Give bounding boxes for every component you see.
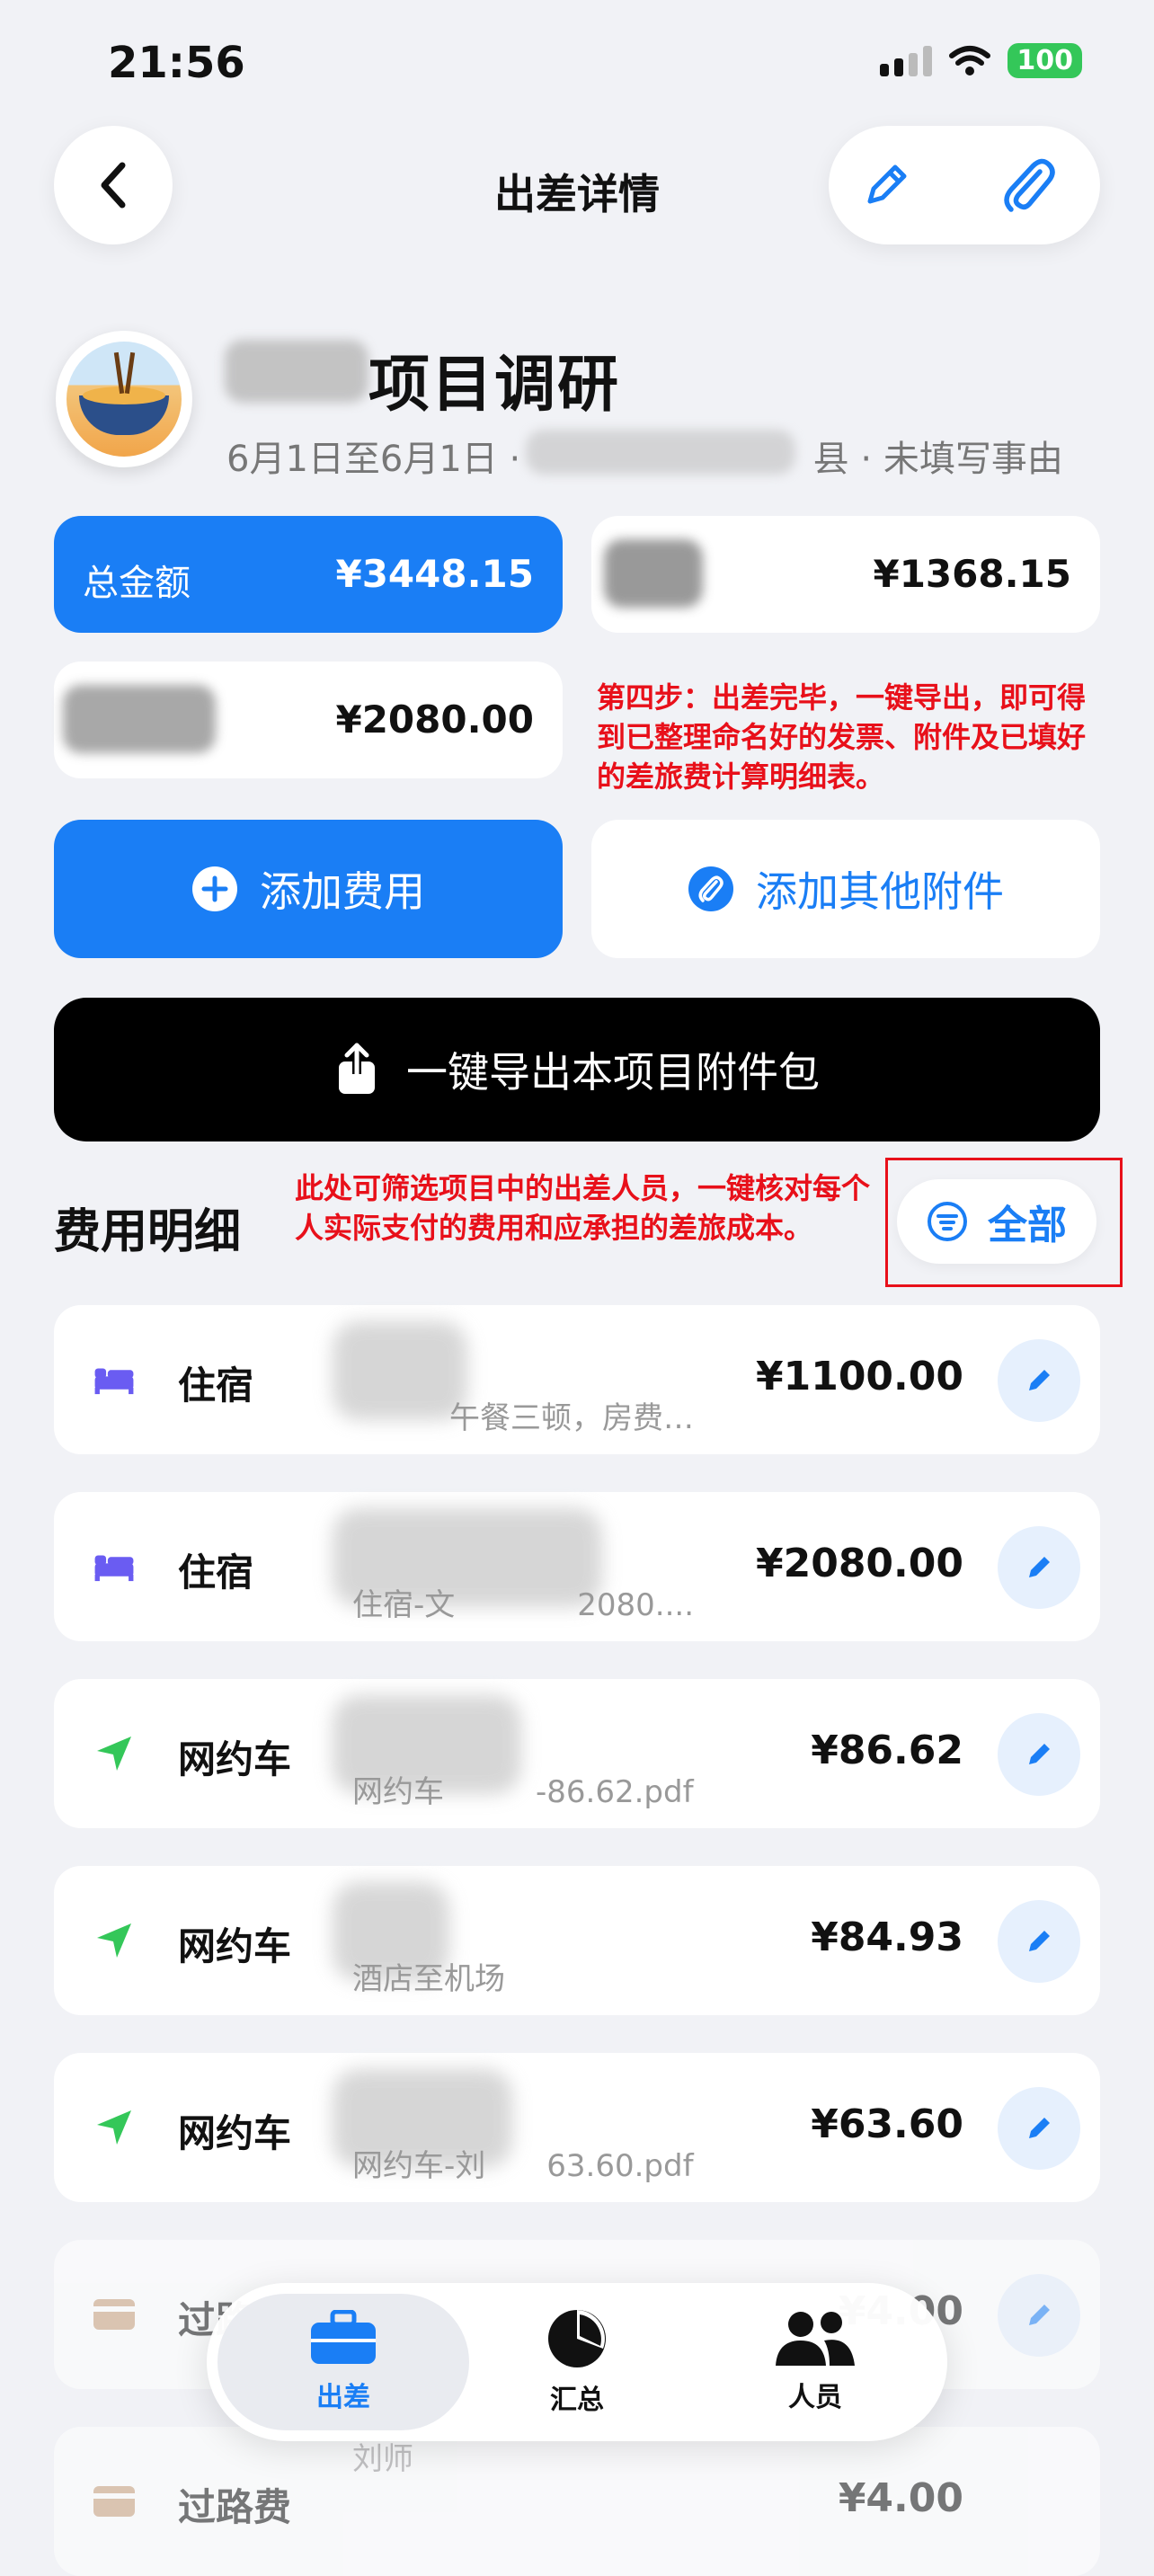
edit-expense-button[interactable] xyxy=(998,1526,1080,1609)
battery-indicator: 100 xyxy=(1008,43,1082,78)
expense-description: 网约车-刘 63.60.pdf xyxy=(352,2148,694,2184)
redacted-person-2 xyxy=(63,685,216,753)
expense-row[interactable]: 住宿 午餐三顿，房费… ¥1100.00 xyxy=(54,1305,1100,1454)
annotation-filter: 此处可筛选项目中的出差人员，一键核对每个人实际支付的费用和应承担的差旅成本。 xyxy=(295,1171,871,1245)
expense-type: 网约车 xyxy=(178,1737,292,1781)
briefcase-icon xyxy=(311,2310,376,2364)
tab-trips[interactable]: 出差 xyxy=(217,2283,469,2441)
navigation-arrow-icon xyxy=(92,1918,137,1963)
tab-people[interactable]: 人员 xyxy=(694,2283,937,2441)
expense-row[interactable]: 网约车 网约车-刘 63.60.pdf ¥63.60 xyxy=(54,2053,1100,2202)
project-avatar xyxy=(56,331,192,467)
expense-description: 酒店至机场 xyxy=(352,1961,505,1997)
expense-description: 住宿-文 2080.... xyxy=(352,1587,695,1623)
edit-expense-button[interactable] xyxy=(998,2274,1080,2357)
export-package-label: 一键导出本项目附件包 xyxy=(406,1048,820,1097)
card-icon xyxy=(92,2479,137,2524)
add-expense-button[interactable]: 添加费用 xyxy=(54,820,563,958)
expense-amount: ¥4.00 xyxy=(838,2475,963,2521)
member-filter-button[interactable]: 全部 xyxy=(897,1179,1096,1264)
status-time: 21:56 xyxy=(108,38,245,88)
project-date-range: 6月1日至6月1日 · xyxy=(226,439,521,480)
pencil-icon xyxy=(867,164,907,204)
person-amount-card-1[interactable]: ¥1368.15 xyxy=(591,516,1100,633)
pencil-icon xyxy=(1029,1931,1050,1951)
project-reason: 县 · 未填写事由 xyxy=(812,439,1063,480)
edit-expense-button[interactable] xyxy=(998,1339,1080,1422)
project-title: 项目调研 xyxy=(368,350,621,421)
add-attachment-label: 添加其他附件 xyxy=(756,867,1004,916)
export-package-button[interactable]: 一键导出本项目附件包 xyxy=(54,998,1100,1141)
bed-icon xyxy=(92,1544,137,1589)
expense-type: 网约车 xyxy=(178,1924,292,1968)
total-amount-label: 总金额 xyxy=(83,563,191,604)
share-icon xyxy=(339,1043,375,1094)
expense-type: 住宿 xyxy=(178,1550,254,1594)
expense-type: 过路费 xyxy=(178,2485,292,2529)
expense-amount: ¥63.60 xyxy=(811,2101,963,2147)
member-filter-label: 全部 xyxy=(988,1203,1067,1248)
pencil-icon xyxy=(1029,1744,1050,1764)
plus-circle-icon xyxy=(192,866,237,911)
expense-amount: ¥84.93 xyxy=(811,1914,963,1960)
expense-description: 网约车 -86.62.pdf xyxy=(352,1774,694,1810)
total-amount-card[interactable]: 总金额 ¥3448.15 xyxy=(54,516,563,633)
redacted-detail xyxy=(333,1321,467,1420)
person-amount-card-2[interactable]: ¥2080.00 xyxy=(54,662,563,778)
navigation-arrow-icon xyxy=(92,2105,137,2150)
expense-row[interactable]: 网约车 酒店至机场 ¥84.93 xyxy=(54,1866,1100,2015)
pencil-icon xyxy=(1029,1370,1050,1390)
edit-expense-button[interactable] xyxy=(998,1713,1080,1796)
status-indicators: 100 xyxy=(880,43,1082,78)
wifi-icon xyxy=(949,45,991,76)
pencil-icon xyxy=(1029,2305,1050,2325)
attachment-button[interactable] xyxy=(996,153,1061,218)
expense-type: 网约车 xyxy=(178,2111,292,2155)
expense-row[interactable]: 过路费 刘师 ¥4.00 xyxy=(54,2427,1100,2576)
paperclip-icon xyxy=(1004,158,1055,212)
expense-amount: ¥86.62 xyxy=(811,1728,963,1773)
pencil-icon xyxy=(1029,2118,1050,2138)
redacted-project-prefix xyxy=(225,340,368,403)
filter-icon xyxy=(928,1202,967,1241)
noodle-bowl-icon xyxy=(67,342,182,457)
person-amount-value-2: ¥2080.00 xyxy=(335,697,534,742)
person-amount-value-1: ¥1368.15 xyxy=(873,552,1071,596)
edit-expense-button[interactable] xyxy=(998,2087,1080,2170)
expense-description: 午餐三顿，房费… xyxy=(449,1400,694,1436)
card-icon xyxy=(92,2292,137,2337)
expense-row[interactable]: 网约车 网约车 -86.62.pdf ¥86.62 xyxy=(54,1679,1100,1828)
add-attachment-button[interactable]: 添加其他附件 xyxy=(591,820,1100,958)
annotation-step4: 第四步：出差完毕，一键导出，即可得到已整理命名好的发票、附件及已填好的差旅费计算… xyxy=(597,680,1087,794)
edit-project-button[interactable] xyxy=(854,153,919,218)
people-icon xyxy=(776,2312,855,2366)
expense-row[interactable]: 住宿 住宿-文 2080.... ¥2080.00 xyxy=(54,1492,1100,1641)
pencil-icon xyxy=(1029,1557,1050,1577)
bottom-tab-bar: 出差 汇总 人员 xyxy=(207,2283,947,2441)
tab-people-label: 人员 xyxy=(788,2382,842,2413)
paperclip-circle-icon xyxy=(688,866,733,911)
tab-summary-label: 汇总 xyxy=(550,2385,604,2416)
expense-details-title: 费用明细 xyxy=(54,1205,242,1259)
nav-actions xyxy=(829,126,1100,244)
tab-trips-label: 出差 xyxy=(316,2382,370,2413)
redacted-location xyxy=(526,430,795,475)
redacted-person-1 xyxy=(604,539,703,608)
cellular-signal-icon xyxy=(880,45,933,76)
tab-summary[interactable]: 汇总 xyxy=(460,2283,694,2441)
pie-chart-icon xyxy=(548,2310,606,2367)
add-expense-label: 添加费用 xyxy=(260,867,425,916)
navigation-arrow-icon xyxy=(92,1731,137,1776)
edit-expense-button[interactable] xyxy=(998,1900,1080,1983)
expense-amount: ¥2080.00 xyxy=(755,1541,963,1586)
total-amount-value: ¥3448.15 xyxy=(335,552,534,596)
expense-type: 住宿 xyxy=(178,1364,254,1408)
expense-amount: ¥1100.00 xyxy=(755,1354,963,1399)
bed-icon xyxy=(92,1357,137,1402)
